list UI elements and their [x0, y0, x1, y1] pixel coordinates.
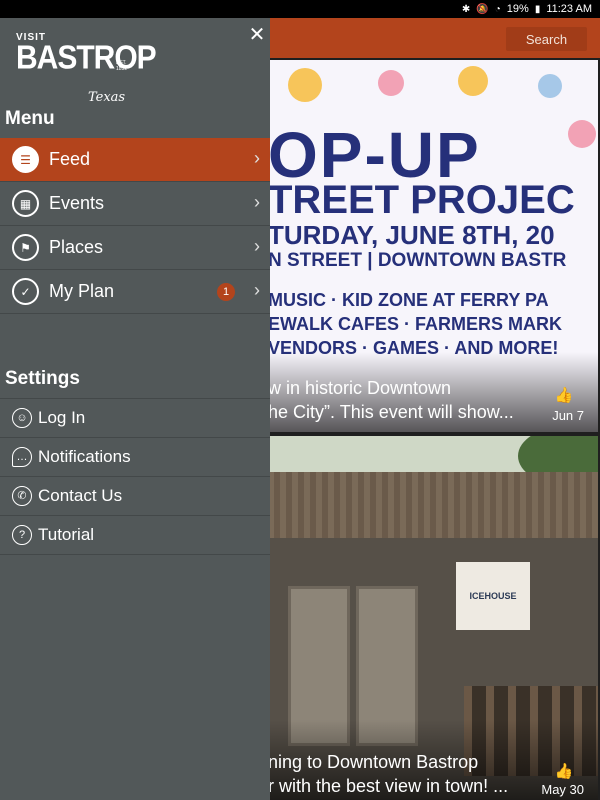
menu-heading: Menu [5, 108, 55, 129]
logo-state: Texas [88, 90, 126, 105]
battery-level: 19% [506, 3, 529, 15]
mute-icon: 🔕 [476, 3, 489, 15]
chevron-right-icon: › [254, 280, 260, 300]
settings-item-label: Tutorial [38, 525, 95, 544]
notification-badge: 1 [217, 283, 235, 301]
scene-roof [268, 472, 598, 538]
check-icon: ✓ [12, 278, 39, 305]
poster-line: TREET PROJEC [268, 178, 575, 222]
poster-line: MUSIC · KID ZONE AT FERRY PA [268, 290, 549, 310]
bluetooth-icon: ✱ [461, 3, 471, 15]
visit-bastrop-logo[interactable]: VISIT BASTROP EST. 1832 Texas [16, 32, 157, 112]
menu-item-label: Events [49, 193, 105, 213]
settings-item-contact-us[interactable]: ✆ Contact Us [0, 477, 270, 516]
settings-item-tutorial[interactable]: ? Tutorial [0, 516, 270, 555]
thumbs-up-icon[interactable]: 👍 [554, 762, 574, 780]
card-date: Jun 7 [552, 408, 584, 423]
poster-line: EWALK CAFES · FARMERS MARK [268, 314, 562, 334]
settings-item-label: Log In [38, 408, 86, 427]
settings-item-notifications[interactable]: … Notifications [0, 438, 270, 477]
settings-item-log-in[interactable]: ☺ Log In [0, 399, 270, 438]
navigation-drawer: VISIT BASTROP EST. 1832 Texas ✕ Menu ☰ F… [0, 18, 270, 800]
chevron-right-icon: › [254, 236, 260, 256]
status-bar: ✱ 🔕 ◔ 19% ▮ 11:23 AM [0, 0, 600, 18]
card-text-line: r with the best view in town! ... [268, 776, 509, 796]
user-icon: ☺ [12, 408, 32, 428]
wifi-icon: ◔ [494, 3, 501, 15]
menu-item-places[interactable]: ⚑ Places › [0, 226, 270, 270]
card-text-line: w in historic Downtown [268, 378, 452, 398]
feed-card[interactable]: OP-UP TREET PROJEC TURDAY, JUNE 8TH, 20 … [268, 60, 598, 432]
card-date: May 30 [541, 782, 584, 797]
close-icon[interactable]: ✕ [246, 24, 268, 46]
menu-item-label: My Plan [49, 281, 115, 301]
chevron-right-icon: › [254, 192, 260, 212]
flag-icon: ⚑ [12, 234, 39, 261]
menu-item-my-plan[interactable]: ✓ My Plan 1 › [0, 270, 270, 314]
card-text-line: he City”. This event will show... [268, 402, 514, 422]
search-button[interactable]: Search [506, 27, 587, 51]
logo-est: EST. 1832 [116, 60, 128, 72]
chat-bubble-icon: … [12, 447, 32, 467]
card-description: w in historic Downtown he City”. This ev… [268, 376, 538, 424]
phone-icon: ✆ [12, 486, 32, 506]
battery-icon: ▮ [534, 3, 541, 15]
menu-item-feed[interactable]: ☰ Feed › [0, 138, 270, 182]
settings-heading: Settings [5, 368, 80, 389]
chevron-right-icon: › [254, 148, 260, 168]
settings-item-label: Notifications [38, 447, 131, 466]
list-icon: ☰ [12, 146, 39, 173]
menu-item-label: Places [49, 237, 104, 257]
calendar-icon: ▦ [12, 190, 39, 217]
help-icon: ? [12, 525, 32, 545]
poster-line: N STREET | DOWNTOWN BASTR [268, 250, 567, 271]
feed-card[interactable]: ICEHOUSE ning to Downtown Bastrop r with… [268, 436, 598, 800]
settings-item-label: Contact Us [38, 486, 123, 505]
menu-item-label: Feed [49, 149, 91, 169]
menu-item-events[interactable]: ▦ Events › [0, 182, 270, 226]
clock: 11:23 AM [546, 3, 592, 15]
menu-list: ☰ Feed › ▦ Events › ⚑ Places › ✓ My Plan… [0, 138, 270, 314]
settings-list: ☺ Log In … Notifications ✆ Contact Us ? … [0, 398, 270, 555]
poster-line: TURDAY, JUNE 8TH, 20 [268, 220, 555, 250]
icehouse-sign: ICEHOUSE [456, 562, 530, 630]
card-text-line: ning to Downtown Bastrop [268, 752, 479, 772]
logo-name: BASTROP [16, 40, 157, 77]
thumbs-up-icon[interactable]: 👍 [554, 386, 574, 404]
card-description: ning to Downtown Bastrop r with the best… [268, 750, 538, 798]
